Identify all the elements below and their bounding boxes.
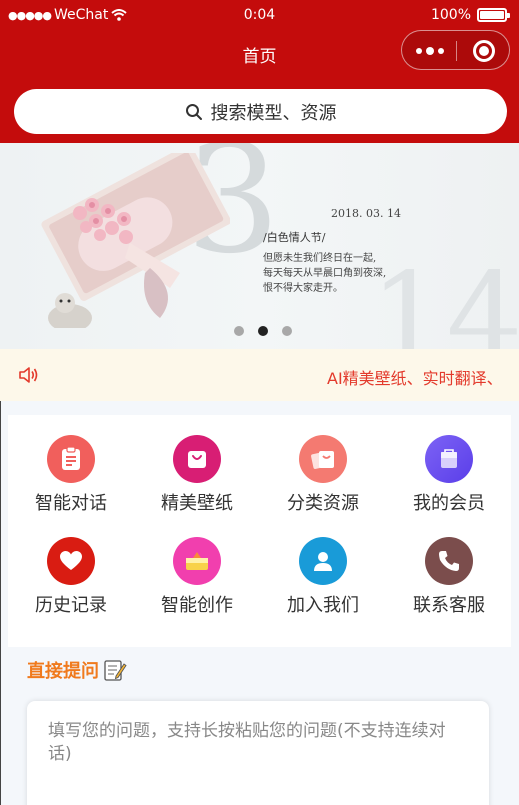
grid-item-create[interactable]: 智能创作: [134, 537, 260, 617]
grid-item-resources[interactable]: 分类资源: [260, 435, 386, 515]
grid-label: 智能创作: [161, 595, 233, 616]
header: ●●●●● WeChat 0:04 100% 首页 搜索模型、资源: [0, 0, 519, 143]
search-placeholder: 搜索模型、资源: [210, 102, 337, 124]
status-bar: ●●●●● WeChat 0:04 100%: [0, 0, 519, 30]
status-right: 100%: [430, 7, 510, 23]
grid-item-history[interactable]: 历史记录: [8, 537, 134, 617]
banner-carousel[interactable]: 3 14 2018. 03. 14 /白色情人节/ 但愿未生我们终日在一起, 每…: [0, 143, 519, 349]
banner-line: 恨不得大家走开。: [263, 283, 343, 294]
feature-grid: 智能对话 精美壁纸 分类资源 我的会员 历史记录 智能创作 加入我们 联系客服: [8, 415, 511, 647]
question-title-text: 直接提问: [27, 661, 99, 682]
banner-title: /白色情人节/: [263, 231, 326, 244]
banner-big-number-14: 14: [370, 248, 519, 349]
close-circle-icon[interactable]: [473, 40, 495, 62]
battery-percent: 100%: [430, 7, 471, 23]
grid-item-membership[interactable]: 我的会员: [386, 435, 512, 515]
heart-icon: [47, 537, 95, 585]
carousel-indicator: [234, 326, 292, 336]
banner-line: 每天每天从早晨口角到夜深,: [263, 268, 387, 279]
grid-label: 历史记录: [35, 595, 107, 616]
capsule-divider: [456, 41, 457, 61]
carousel-dot[interactable]: [234, 326, 244, 336]
search-bar[interactable]: 搜索模型、资源: [14, 89, 507, 134]
more-icon[interactable]: [416, 47, 444, 55]
question-placeholder: 填写您的问题，支持长按粘贴您的问题(不支持连续对话): [48, 721, 446, 764]
grid-label: 我的会员: [413, 493, 485, 514]
mini-program-capsule: [401, 30, 510, 70]
flower-box-image: [41, 153, 230, 328]
gift-bag-icon: [299, 435, 347, 483]
battery-icon: [477, 8, 510, 22]
grid-label: 联系客服: [413, 595, 485, 616]
grid-item-join[interactable]: 加入我们: [260, 537, 386, 617]
member-bag-icon: [425, 435, 473, 483]
grid-item-support[interactable]: 联系客服: [386, 537, 512, 617]
carousel-dot[interactable]: [282, 326, 292, 336]
grid-label: 智能对话: [35, 493, 107, 514]
grid-label: 分类资源: [287, 493, 359, 514]
notice-text: AI精美壁纸、实时翻译、: [327, 369, 503, 388]
shopping-bag-icon: [173, 435, 221, 483]
speaker-icon: [19, 367, 38, 383]
banner-line: 但愿未生我们终日在一起,: [263, 253, 377, 264]
memo-icon: [104, 660, 127, 681]
question-section-title: 直接提问: [27, 657, 127, 683]
phone-icon: [425, 537, 473, 585]
grid-label: 精美壁纸: [161, 493, 233, 514]
grid-item-wallpaper[interactable]: 精美壁纸: [134, 435, 260, 515]
banner-date: 2018. 03. 14: [331, 207, 401, 220]
grid-item-chat[interactable]: 智能对话: [8, 435, 134, 515]
person-icon: [299, 537, 347, 585]
banner-poem: 但愿未生我们终日在一起, 每天每天从早晨口角到夜深, 恨不得大家走开。: [263, 251, 386, 296]
cake-icon: [173, 537, 221, 585]
clipboard-icon: [47, 435, 95, 483]
notice-bar[interactable]: AI精美壁纸、实时翻译、: [0, 349, 519, 401]
carousel-dot-active[interactable]: [258, 326, 268, 336]
search-icon: [185, 103, 202, 120]
grid-label: 加入我们: [287, 595, 359, 616]
question-input[interactable]: 填写您的问题，支持长按粘贴您的问题(不支持连续对话): [27, 701, 489, 805]
